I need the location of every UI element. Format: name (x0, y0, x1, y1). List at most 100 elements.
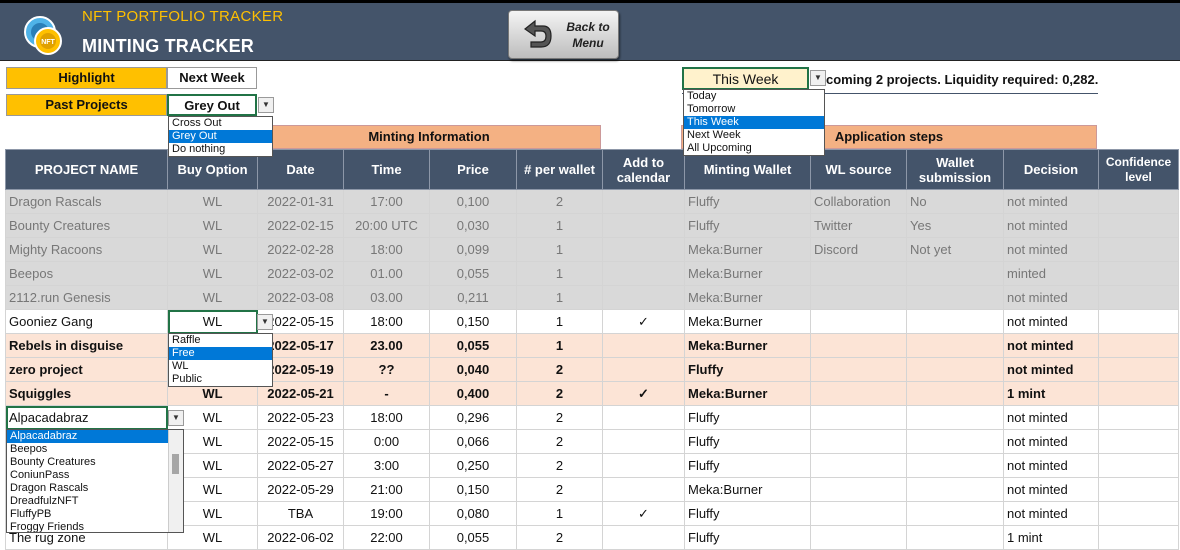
wallet-submission-cell[interactable] (906, 525, 1004, 550)
project-name-dropdown-list[interactable]: Alpacadabraz Beepos Bounty Creatures Coniun… (6, 429, 184, 533)
wl-source-cell[interactable]: Collaboration (810, 189, 907, 214)
wallet-submission-cell[interactable]: No (906, 189, 1004, 214)
calendar-cell[interactable] (602, 357, 685, 382)
past-projects-select[interactable]: Grey Out (167, 94, 257, 116)
decision-cell[interactable]: 1 mint (1003, 381, 1099, 406)
buy-option-cell[interactable]: WL (167, 213, 258, 238)
calendar-cell[interactable]: ✓ (602, 501, 685, 526)
calendar-cell[interactable] (602, 405, 685, 430)
wl-source-cell[interactable] (810, 285, 907, 310)
time-cell[interactable]: 18:00 (343, 237, 430, 262)
decision-cell[interactable]: not minted (1003, 405, 1099, 430)
wl-source-cell[interactable] (810, 429, 907, 454)
project-name-cell[interactable]: Rebels in disguise (5, 333, 168, 358)
date-cell[interactable]: 2022-03-02 (257, 261, 344, 286)
time-cell[interactable]: 22:00 (343, 525, 430, 550)
date-cell[interactable]: 2022-05-29 (257, 477, 344, 502)
wl-source-cell[interactable] (810, 381, 907, 406)
date-cell[interactable]: TBA (257, 501, 344, 526)
dropdown-option[interactable]: Cross Out (169, 117, 272, 130)
confidence-cell[interactable] (1098, 525, 1179, 550)
col-wallet-submission[interactable]: Wallet submission (906, 149, 1004, 190)
per-wallet-cell[interactable]: 2 (516, 453, 603, 478)
dropdown-option[interactable]: ConiunPass (7, 469, 183, 482)
per-wallet-cell[interactable]: 2 (516, 405, 603, 430)
date-cell[interactable]: 2022-02-15 (257, 213, 344, 238)
time-cell[interactable]: 3:00 (343, 453, 430, 478)
wallet-submission-cell[interactable] (906, 333, 1004, 358)
per-wallet-cell[interactable]: 1 (516, 261, 603, 286)
project-name-cell[interactable]: Dragon Rascals (5, 189, 168, 214)
wallet-submission-cell[interactable]: Not yet (906, 237, 1004, 262)
dropdown-option[interactable]: DreadfulzNFT (7, 495, 183, 508)
calendar-cell[interactable] (602, 237, 685, 262)
wl-source-cell[interactable] (810, 333, 907, 358)
project-name-cell[interactable]: Bounty Creatures (5, 213, 168, 238)
per-wallet-cell[interactable]: 1 (516, 501, 603, 526)
wallet-submission-cell[interactable] (906, 261, 1004, 286)
decision-cell[interactable]: not minted (1003, 453, 1099, 478)
wl-source-cell[interactable] (810, 501, 907, 526)
minting-wallet-cell[interactable]: Meka:Burner (684, 333, 811, 358)
decision-cell[interactable]: not minted (1003, 477, 1099, 502)
per-wallet-cell[interactable]: 2 (516, 525, 603, 550)
buy-option-cell[interactable]: WL (167, 189, 258, 214)
per-wallet-cell[interactable]: 1 (516, 213, 603, 238)
calendar-cell[interactable] (602, 213, 685, 238)
confidence-cell[interactable] (1098, 333, 1179, 358)
project-name-cell[interactable]: Beepos (5, 261, 168, 286)
wallet-submission-cell[interactable] (906, 501, 1004, 526)
col-time[interactable]: Time (343, 149, 430, 190)
project-name-cell[interactable]: 2112.run Genesis (5, 285, 168, 310)
project-name-cell[interactable]: Squiggles (5, 381, 168, 406)
scrollbar-thumb[interactable] (172, 454, 179, 474)
buy-option-cell[interactable]: WL (167, 309, 258, 334)
buy-option-cell[interactable]: WL (167, 237, 258, 262)
wallet-submission-cell[interactable]: Yes (906, 213, 1004, 238)
wallet-submission-cell[interactable] (906, 309, 1004, 334)
minting-wallet-cell[interactable]: Fluffy (684, 357, 811, 382)
date-cell[interactable]: 2022-01-31 (257, 189, 344, 214)
confidence-cell[interactable] (1098, 237, 1179, 262)
upcoming-period-dropdown-list[interactable]: Today Tomorrow This Week Next Week All Upcom… (683, 89, 825, 156)
price-cell[interactable]: 0,055 (429, 333, 517, 358)
col-decision[interactable]: Decision (1003, 149, 1099, 190)
per-wallet-cell[interactable]: 1 (516, 285, 603, 310)
confidence-cell[interactable] (1098, 405, 1179, 430)
per-wallet-cell[interactable]: 2 (516, 477, 603, 502)
col-project-name[interactable]: PROJECT NAME (5, 149, 168, 190)
col-add-to-calendar[interactable]: Add to calendar (602, 149, 685, 190)
per-wallet-cell[interactable]: 1 (516, 309, 603, 334)
dropdown-option[interactable]: Beepos (7, 443, 183, 456)
col-confidence-level[interactable]: Confidence level (1098, 149, 1179, 190)
time-cell[interactable]: 18:00 (343, 405, 430, 430)
col-per-wallet[interactable]: # per wallet (516, 149, 603, 190)
date-cell[interactable]: 2022-03-08 (257, 285, 344, 310)
minting-wallet-cell[interactable]: Fluffy (684, 453, 811, 478)
highlight-select[interactable]: Next Week (167, 67, 257, 89)
chevron-down-icon[interactable]: ▼ (258, 97, 274, 113)
time-cell[interactable]: 0:00 (343, 429, 430, 454)
price-cell[interactable]: 0,040 (429, 357, 517, 382)
buy-option-dropdown-list[interactable]: Raffle Free WL Public (168, 333, 273, 387)
minting-wallet-cell[interactable]: Meka:Burner (684, 477, 811, 502)
project-name-cell[interactable]: Alpacadabraz (5, 405, 168, 430)
confidence-cell[interactable] (1098, 285, 1179, 310)
dropdown-option[interactable]: Free (169, 347, 272, 360)
dropdown-option[interactable]: Dragon Rascals (7, 482, 183, 495)
calendar-cell[interactable]: ✓ (602, 381, 685, 406)
time-cell[interactable]: 18:00 (343, 309, 430, 334)
minting-wallet-cell[interactable]: Fluffy (684, 501, 811, 526)
minting-wallet-cell[interactable]: Fluffy (684, 405, 811, 430)
minting-wallet-cell[interactable]: Fluffy (684, 429, 811, 454)
time-cell[interactable]: 21:00 (343, 477, 430, 502)
wl-source-cell[interactable]: Twitter (810, 213, 907, 238)
time-cell[interactable]: 17:00 (343, 189, 430, 214)
chevron-down-icon[interactable]: ▼ (810, 70, 826, 86)
wl-source-cell[interactable] (810, 309, 907, 334)
per-wallet-cell[interactable]: 2 (516, 357, 603, 382)
price-cell[interactable]: 0,400 (429, 381, 517, 406)
confidence-cell[interactable] (1098, 357, 1179, 382)
time-cell[interactable]: - (343, 381, 430, 406)
confidence-cell[interactable] (1098, 501, 1179, 526)
